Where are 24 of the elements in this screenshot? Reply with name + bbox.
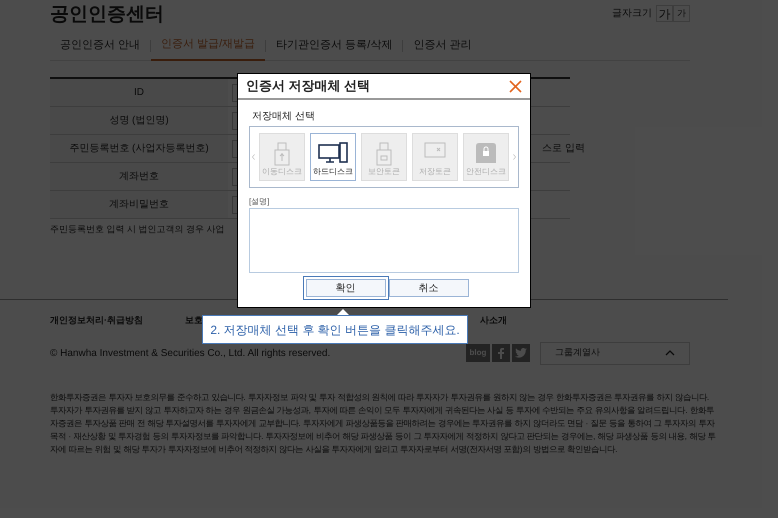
card-icon (424, 142, 446, 158)
page-title: 공인인증센터 (50, 3, 164, 27)
instruction-callout: 2. 저장매체 선택 후 확인 버튼을 클릭해주세요. (202, 315, 468, 344)
dialog-title: 인증서 저장매체 선택 (246, 77, 370, 96)
section-label: 저장매체 선택 (252, 110, 316, 124)
cancel-button[interactable]: 취소 (388, 279, 468, 297)
storage-option[interactable]: 하드디스크 (310, 133, 356, 181)
storage-option[interactable]: 저장토큰 (412, 133, 458, 181)
disclaimer-text: 한화투자증권은 투자자 보호의무를 준수하고 있습니다. 투자자정보 파악 및 투자 적합성의 원칙에 따라 투자자가 투자권유를 원하지 않는 경우 한화투자증권은 투자권유를 하지 않습니다. 투자자가 투자권유를 받지 않고 투자하고자 하는 경우 원금손실 가능성과, 투자에 따른 손익이 모두 투자자에게 귀속된다는 사실 등 투자에 수반되는 주요 유의사항을 알려드립니다. 한화투자증권은 투자상품 판매 전 해당 투자설명서를 투자자에게 교부합니다. 투자자에게 파생상품등을 판매하려는 경우에는 투자권유를 하지 않더라도 면담 · 질문 등을 통하여 그 투자자의 투자목적 · 재산상황 및 투자경험 등의 투자자정보를 파악합니다. 투자자정보에 비추어 해당 파생상품 등이 그 투자자에게 적정하지 않다고 판단되는 경우에는, 해당 파생상품 등의 내용, 해당 투자에 따르는 위험 및 해당 투자가 투자자정보에 비추어 적정하지 않다는 사실을 투자자에게 알리고 투자자로부터 서명(전자서명 포함)의 방법으로 확인받습니다. (50, 390, 717, 456)
form-note: 주민등록번호 입력 시 법인고객의 경우 사업 (50, 223, 225, 236)
storage-option[interactable]: 안전디스크 (463, 133, 509, 181)
footer-link[interactable]: 개인정보처리·취급방침 (50, 314, 143, 327)
storage-option[interactable]: 보안토큰 (361, 133, 407, 181)
close-icon[interactable] (509, 80, 522, 92)
lock-token-icon (376, 142, 392, 166)
computer-icon (318, 142, 348, 164)
description-label: [설명] (249, 196, 270, 208)
font-size-label: 글자크기 (612, 7, 652, 21)
storage-option[interactable]: 이동디스크 (259, 133, 305, 181)
usb-drive-icon (274, 142, 290, 166)
copyright-text: © Hanwha Investment & Securities Co., Ltd. All rights reserved. (50, 346, 330, 360)
form-hint: 스로 입력 (542, 142, 585, 156)
footer-link[interactable]: 사소개 (480, 314, 507, 327)
footer-link[interactable]: 보호 (185, 314, 203, 327)
